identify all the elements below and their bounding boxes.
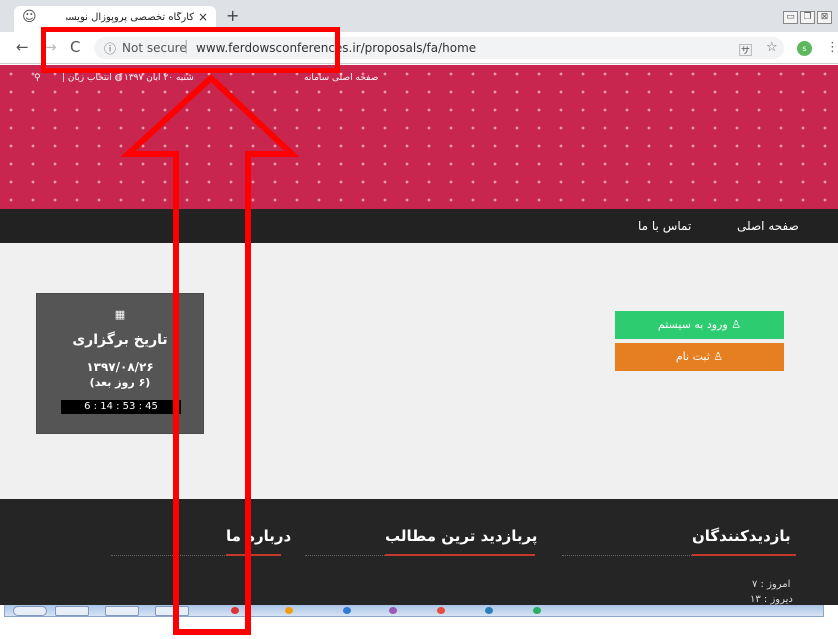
language-label: انتخاب زبان: [67, 73, 112, 83]
menu-item-home[interactable]: صفحه اصلی: [737, 219, 799, 233]
top-separator: |: [62, 73, 66, 83]
os-taskbar: [0, 605, 838, 639]
taskbar-app-icon[interactable]: [533, 607, 541, 614]
about-underline: [226, 554, 281, 556]
taskbar-app-icon[interactable]: [285, 607, 293, 614]
url-highlight-box: [41, 27, 340, 73]
minimize-button[interactable]: ▭: [783, 11, 798, 24]
profile-avatar[interactable]: s: [797, 41, 812, 56]
globe-icon: ◍: [114, 73, 123, 83]
tab-title: کارگاه تخصصی پروپوزال نویسی: [66, 12, 194, 23]
tab-close-icon[interactable]: ×: [198, 10, 208, 24]
days-remaining: (۶ روز بعد): [89, 376, 151, 389]
main-menu: صفحه اصلی تماس با ما: [0, 209, 838, 243]
site-footer: بازدیدکنندگان پربازدید ترین مطالب درباره…: [0, 499, 838, 605]
event-date-label: تاریخ برگزاری: [72, 332, 168, 348]
about-heading: درباره ما: [226, 527, 292, 545]
user-icon: ♙: [731, 318, 742, 331]
taskbar-app[interactable]: [155, 606, 189, 616]
translate-icon[interactable]: 🈂: [739, 40, 752, 59]
popular-heading: پربازدید ترین مطالب: [385, 527, 538, 545]
search-icon[interactable]: ⚲: [34, 73, 41, 83]
window-controls: ▭ ❐ ⊠: [781, 4, 832, 24]
register-button[interactable]: ♙ ثبت نام: [615, 343, 784, 371]
taskbar-strip: [4, 605, 824, 617]
menu-dots-icon[interactable]: ⋮: [826, 40, 838, 55]
taskbar-app-icon[interactable]: [485, 607, 493, 614]
chrome-taskbar-icon[interactable]: [231, 607, 239, 614]
taskbar-app-icon[interactable]: [389, 607, 397, 614]
taskbar-app-icon[interactable]: [343, 607, 351, 614]
screenshot: ☺ کارگاه تخصصی پروپوزال نویسی × + ▭ ❐ ⊠ ← …: [0, 0, 838, 639]
visitors-underline: [692, 554, 796, 556]
restore-button[interactable]: ❐: [800, 11, 815, 24]
home-system-link[interactable]: صفحه اصلی سامانه: [304, 73, 378, 83]
countdown-timer: 6 : 14 : 53 : 45: [61, 400, 181, 414]
login-button[interactable]: ♙ ورود به سیستم: [615, 311, 784, 339]
back-arrow-icon[interactable]: ←: [16, 38, 29, 56]
login-label: ورود به سیستم: [657, 318, 728, 331]
start-button[interactable]: [13, 606, 47, 616]
bookmark-star-icon[interactable]: ☆: [766, 40, 778, 55]
taskbar-app-icon[interactable]: [437, 607, 445, 614]
calendar-icon: ▦: [114, 308, 126, 321]
user-plus-icon: ♙: [713, 350, 724, 363]
close-window-button[interactable]: ⊠: [817, 11, 832, 24]
menu-item-contact[interactable]: تماس با ما: [638, 219, 691, 233]
current-date: شنبه ۲۰ آبان ۱۳۹۷: [124, 73, 194, 83]
event-date-box: ▦ تاریخ برگزاری ۱۳۹۷/۰۸/۲۶ (۶ روز بعد) 6…: [36, 293, 204, 434]
new-tab-button[interactable]: +: [226, 6, 239, 25]
event-date: ۱۳۹۷/۰۸/۲۶: [86, 360, 154, 374]
content-area: ▦ تاریخ برگزاری ۱۳۹۷/۰۸/۲۶ (۶ روز بعد) 6…: [0, 243, 838, 499]
visitors-today: امروز : ۷: [752, 579, 791, 590]
popular-underline: [385, 554, 535, 556]
register-label: ثبت نام: [675, 350, 710, 363]
taskbar-app[interactable]: [55, 606, 89, 616]
taskbar-app[interactable]: [105, 606, 139, 616]
visitors-heading: بازدیدکنندگان: [692, 527, 791, 545]
visitors-yesterday: دیروز : ۱۳: [750, 594, 793, 605]
site-banner: صفحه اصلی سامانه شنبه ۲۰ آبان ۱۳۹۷ ◍ انت…: [0, 65, 838, 209]
language-select[interactable]: ◍ انتخاب زبان |: [62, 73, 122, 83]
favicon-icon: ☺: [22, 9, 37, 25]
